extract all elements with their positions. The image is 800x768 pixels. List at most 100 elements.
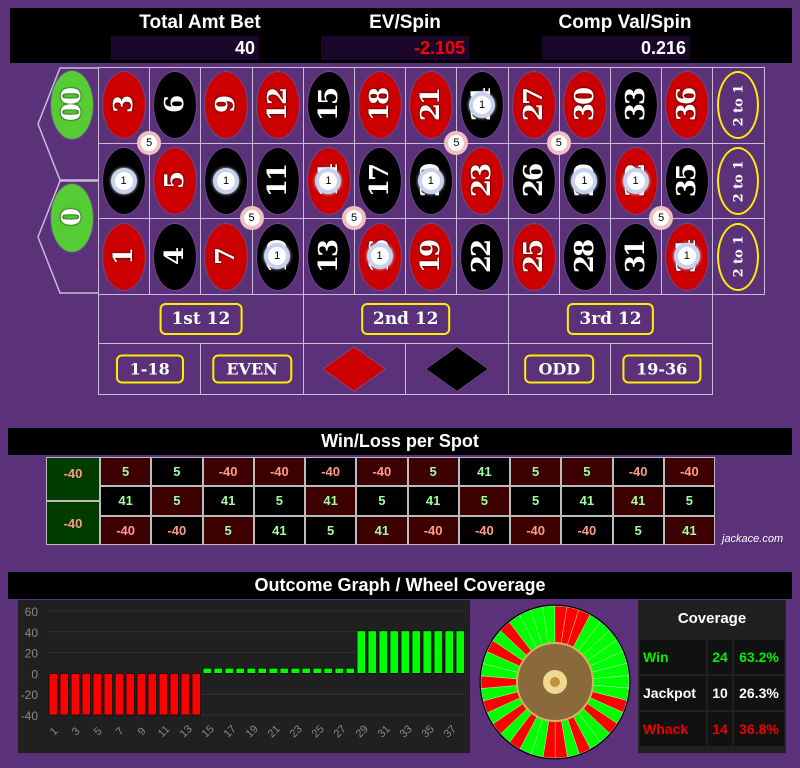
number-cell-19[interactable]: 19 [405, 218, 458, 296]
bar-1 [48, 673, 58, 716]
number-cell-7[interactable]: 7 [200, 218, 253, 296]
bar-14 [191, 673, 201, 716]
x-tick-label: 15 [200, 723, 217, 740]
chip-1[interactable]: 1 [315, 167, 342, 194]
x-tick-label: 31 [376, 723, 393, 740]
dozen-1[interactable]: 1st 12 [98, 294, 304, 345]
y-tick-label: -40 [21, 709, 39, 723]
number-label: 12 [262, 89, 293, 122]
number-cell-4[interactable]: 4 [149, 218, 202, 296]
number-cell-33[interactable]: 33 [610, 67, 663, 144]
number-label: 28 [569, 240, 600, 273]
comp-label: Comp Val/Spin [558, 12, 692, 33]
x-tick-label: 29 [354, 723, 371, 740]
outside-bet-red-diamond[interactable] [302, 343, 407, 396]
number-cell-23[interactable]: 23 [456, 142, 509, 220]
outside-bet-19-36[interactable]: 19-36 [610, 343, 714, 396]
zero-0[interactable]: 0 [50, 183, 94, 253]
column-bet-2[interactable]: 2 to 1 [712, 142, 765, 220]
outside-bet-black-diamond[interactable] [405, 343, 509, 396]
winloss-cell: 41 [356, 515, 408, 545]
number-cell-30[interactable]: 30 [558, 67, 611, 144]
x-tick-label: 7 [114, 725, 127, 738]
chip-1[interactable]: 1 [469, 91, 495, 118]
outside-bet-label: ODD [524, 354, 595, 384]
outside-bet-even[interactable]: EVEN [200, 343, 304, 396]
number-label: 18 [365, 89, 396, 122]
coverage-jackpot-pct: 26.3% [734, 676, 784, 710]
number-13: 13 [306, 222, 351, 291]
number-cell-12[interactable]: 12 [251, 67, 304, 144]
bar-17 [224, 667, 234, 674]
chip-1[interactable]: 1 [673, 243, 700, 270]
number-label: 26 [518, 164, 549, 198]
chip-1[interactable]: 1 [110, 167, 137, 194]
number-label: 7 [211, 248, 242, 265]
chip-5[interactable]: 5 [546, 130, 571, 155]
number-cell-31[interactable]: 31 [610, 218, 663, 296]
x-tick-label: 9 [136, 725, 149, 738]
number-cell-36[interactable]: 36 [661, 67, 714, 144]
chip-1[interactable]: 1 [366, 243, 393, 270]
outcome-title: Outcome Graph / Wheel Coverage [8, 572, 792, 599]
ev-value: -2.105 [321, 36, 469, 60]
chip-1[interactable]: 1 [264, 243, 291, 270]
column-bet-3[interactable]: 2 to 1 [712, 218, 765, 296]
number-cell-15[interactable]: 15 [302, 67, 355, 144]
winloss-cell: 5 [202, 515, 254, 545]
winloss-cell: 41 [612, 486, 664, 516]
number-cell-28[interactable]: 28 [558, 218, 611, 296]
chip-5[interactable]: 5 [649, 206, 674, 231]
number-label: 25 [518, 240, 549, 273]
number-35: 35 [665, 147, 710, 216]
number-cell-6[interactable]: 6 [149, 67, 202, 144]
column-bet-1[interactable]: 2 to 1 [712, 67, 765, 144]
chip-1[interactable]: 1 [622, 167, 649, 194]
red-diamond-icon [322, 346, 387, 392]
number-label: 31 [621, 240, 652, 273]
chip-1[interactable]: 1 [417, 167, 444, 194]
zero-00[interactable]: 00 [50, 70, 94, 140]
chip-5[interactable]: 5 [137, 130, 162, 155]
bar-13 [180, 673, 190, 716]
x-tick-label: 11 [156, 723, 173, 740]
number-cell-26[interactable]: 26 [507, 142, 560, 220]
number-cell-5[interactable]: 5 [149, 142, 202, 220]
number-6: 6 [153, 71, 198, 140]
chip-5[interactable]: 5 [342, 206, 366, 231]
number-cell-18[interactable]: 18 [354, 67, 407, 144]
number-cell-22[interactable]: 22 [456, 218, 509, 296]
dozen-2[interactable]: 2nd 12 [302, 294, 509, 345]
number-9: 9 [204, 71, 249, 140]
coverage-win-label: Win [640, 640, 706, 674]
chip-5[interactable]: 5 [239, 206, 264, 231]
x-tick-label: 3 [70, 725, 83, 738]
bar-27 [334, 667, 344, 674]
number-cell-13[interactable]: 13 [302, 218, 355, 296]
bar-28 [345, 667, 355, 674]
winloss-cell: 41 [202, 486, 254, 516]
dozen-3[interactable]: 3rd 12 [507, 294, 714, 345]
number-5: 5 [153, 147, 198, 216]
number-label: 30 [569, 89, 600, 122]
number-cell-9[interactable]: 9 [200, 67, 253, 144]
number-3: 3 [102, 71, 147, 140]
column-bet-label: 2 to 1 [730, 160, 746, 202]
number-label: 35 [672, 164, 703, 198]
winloss-cell: 5 [253, 486, 305, 516]
chip-1[interactable]: 1 [571, 167, 598, 194]
number-label: 0 [57, 209, 87, 227]
number-cell-11[interactable]: 11 [251, 142, 304, 220]
number-cell-1[interactable]: 1 [98, 218, 151, 296]
chip-1[interactable]: 1 [213, 167, 239, 194]
number-cell-17[interactable]: 17 [354, 142, 407, 220]
number-cell-25[interactable]: 25 [507, 218, 560, 296]
outside-bet-1-18[interactable]: 1-18 [98, 343, 202, 396]
credit: jackace.com [722, 533, 784, 545]
number-11: 11 [255, 147, 300, 216]
number-cell-35[interactable]: 35 [661, 142, 714, 220]
bar-5 [92, 673, 102, 716]
outside-bet-odd[interactable]: ODD [507, 343, 611, 396]
coverage-jackpot-count: 10 [708, 676, 732, 710]
chip-5[interactable]: 5 [444, 130, 469, 155]
